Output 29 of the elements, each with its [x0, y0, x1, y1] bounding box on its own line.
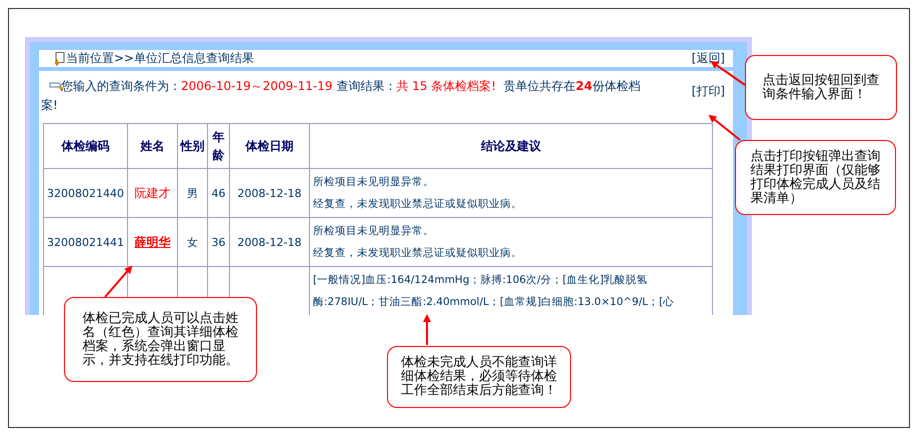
table-cell: 男	[178, 168, 208, 218]
column-header: 年龄	[208, 124, 230, 168]
pointer-arrow	[423, 314, 431, 345]
column-header: 体检日期	[230, 124, 310, 168]
table-cell: 32008021441	[44, 218, 128, 266]
conclusion-cell: 所检项目未见明显异常。 经复查，未发现职业禁忌证或疑似职业病。	[310, 168, 712, 218]
pointer-arrow	[104, 266, 132, 298]
table-cell: 2008-12-18	[230, 218, 310, 266]
conclusion-cell: 所检项目未见明显异常。 经复查，未发现职业禁忌证或疑似职业病。	[310, 218, 712, 266]
column-header: 结论及建议	[310, 124, 712, 168]
column-header: 姓名	[128, 124, 178, 168]
table-cell: 女	[178, 218, 208, 266]
name-link[interactable]: 薛明华	[134, 234, 170, 248]
callout-note: 体检未完成人员不能查询详细体检结果，必须等待体检工作全部结束后方能查询！	[387, 346, 571, 408]
breadcrumb-text: 当前位置>>单位汇总信息查询结果	[66, 50, 254, 67]
pointer-arrow	[708, 114, 741, 141]
table-cell: 36	[208, 218, 230, 266]
back-link[interactable]: [返回]	[692, 50, 725, 67]
table-cell: 2008-12-18	[230, 168, 310, 218]
print-link[interactable]: [打印]	[692, 83, 725, 100]
callout-note: 点击返回按钮回到查询条件输入界面！	[745, 55, 897, 120]
callout-note: 点击打印按钮弹出查询结果打印界面（仅能够打印体检完成人员及结果清单）	[735, 140, 896, 215]
table-cell: 32008021440	[44, 168, 128, 218]
column-header: 体检编码	[44, 124, 128, 168]
name-link[interactable]: 阮建才	[134, 186, 170, 200]
query-summary: 您输入的查询条件为：2006-10-19～2009-11-19 查询结果：共 15 条体检档案! 贵单位共存在24份体检档案!	[41, 78, 641, 114]
callout-note: 体检已完成人员可以点击姓名（红色）查询其详细体检档案，系统会弹出窗口显示，并支持在线打印功能。	[64, 297, 257, 382]
column-header: 性别	[178, 124, 208, 168]
table-cell: 46	[208, 168, 230, 218]
